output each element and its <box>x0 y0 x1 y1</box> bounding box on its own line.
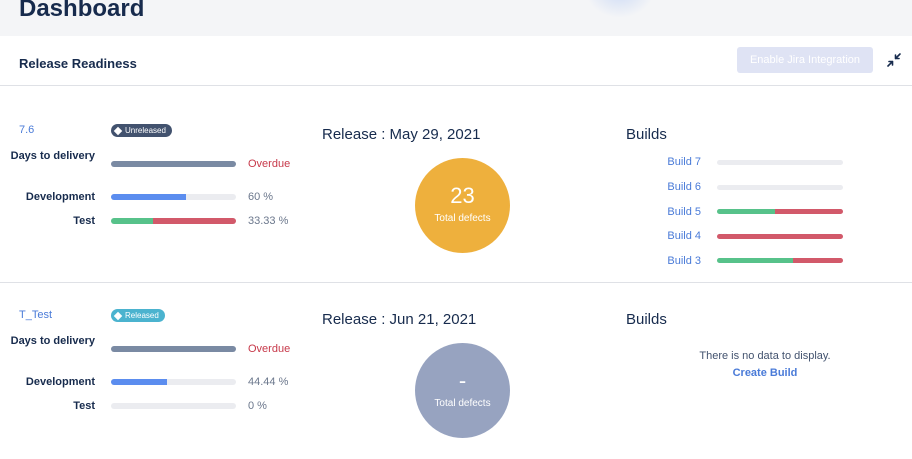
development-label: Development <box>25 376 95 388</box>
status-badge-label: Released <box>125 311 159 320</box>
days-to-delivery-label: Days to delivery <box>10 335 95 347</box>
total-defects-circle[interactable]: 23 Total defects <box>415 158 510 253</box>
build-bar <box>717 258 843 263</box>
top-bar: Dashboard <box>0 0 912 36</box>
page-title: Dashboard <box>19 0 145 22</box>
test-label: Test <box>73 400 95 412</box>
days-bar-fill <box>111 346 236 352</box>
release-date: Release : Jun 21, 2021 <box>322 311 477 328</box>
development-value: 44.44 % <box>248 376 289 388</box>
test-label: Test <box>73 215 95 227</box>
total-defects-count: - <box>458 368 467 393</box>
total-defects-circle[interactable]: - Total defects <box>415 343 510 438</box>
build-link[interactable]: Build 4 <box>601 230 701 242</box>
total-defects-count: 23 <box>450 183 475 208</box>
development-bar-fill <box>111 194 186 200</box>
development-bar-fill <box>111 379 167 385</box>
test-value: 0 % <box>248 400 267 412</box>
create-build-link[interactable]: Create Build <box>665 367 865 379</box>
build-link[interactable]: Build 5 <box>601 206 701 218</box>
diamond-icon <box>113 126 123 135</box>
build-link[interactable]: Build 7 <box>601 156 701 168</box>
build-link[interactable]: Build 6 <box>601 181 701 193</box>
builds-title: Builds <box>626 311 667 328</box>
enable-jira-integration-button[interactable]: Enable Jira Integration <box>737 47 873 73</box>
test-bar <box>111 403 236 409</box>
development-bar <box>111 194 236 200</box>
section-title: Release Readiness <box>19 56 137 71</box>
build-bar-fail <box>792 258 843 263</box>
test-bar <box>111 218 236 224</box>
test-bar-fail <box>152 218 236 224</box>
release-version-link[interactable]: 7.6 <box>19 124 34 136</box>
release-version-link[interactable]: T_Test <box>19 309 52 321</box>
development-value: 60 % <box>248 191 274 203</box>
development-label: Development <box>25 191 95 203</box>
build-bar <box>717 160 843 165</box>
build-bar <box>717 209 843 214</box>
build-bar-fail <box>774 209 843 214</box>
build-link[interactable]: Build 3 <box>601 255 701 267</box>
days-to-delivery-bar <box>111 346 236 352</box>
total-defects-label: Total defects <box>434 398 491 409</box>
days-to-delivery-value: Overdue <box>248 343 291 355</box>
total-defects-label: Total defects <box>434 213 491 224</box>
release-date: Release : May 29, 2021 <box>322 126 481 143</box>
diamond-icon <box>113 311 123 320</box>
days-to-delivery-label: Days to delivery <box>10 150 95 162</box>
status-badge: Released <box>111 309 165 322</box>
days-to-delivery-value: Overdue <box>248 158 291 170</box>
no-data-message: There is no data to display. <box>699 350 831 362</box>
development-bar <box>111 379 236 385</box>
build-bar-pass <box>717 258 793 263</box>
builds-title: Builds <box>626 126 667 143</box>
release-row: T_Test Released Days to delivery Overdue… <box>0 285 912 459</box>
status-badge-label: Unreleased <box>125 126 166 135</box>
build-bar-fail <box>717 234 843 239</box>
test-value: 33.33 % <box>248 215 289 227</box>
section-header: Release Readiness Enable Jira Integratio… <box>0 36 912 86</box>
days-bar-fill <box>111 161 236 167</box>
test-bar-pass <box>111 218 153 224</box>
collapse-icon[interactable] <box>886 52 902 68</box>
build-bar <box>717 185 843 190</box>
build-bar <box>717 234 843 239</box>
days-to-delivery-bar <box>111 161 236 167</box>
decorative-blob <box>585 0 655 18</box>
build-bar-pass <box>717 209 775 214</box>
status-badge: Unreleased <box>111 124 172 137</box>
release-row: 7.6 Unreleased Days to delivery Overdue … <box>0 100 912 283</box>
